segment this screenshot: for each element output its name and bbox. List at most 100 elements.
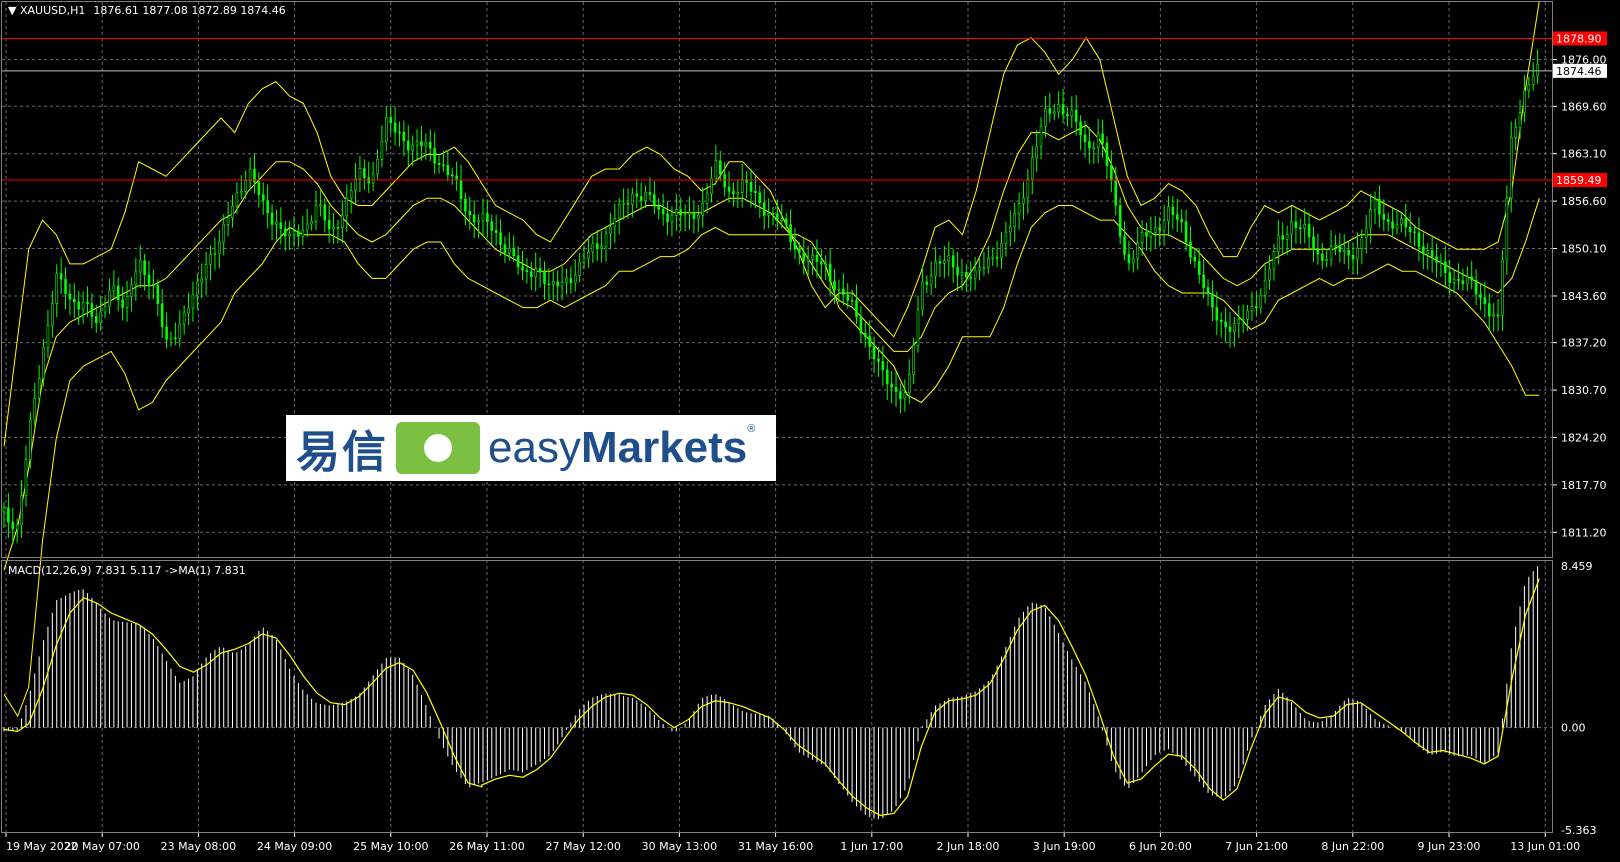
candle-body [279, 222, 283, 229]
candle-body [591, 243, 595, 253]
candle-body [573, 275, 577, 284]
candle-body [688, 212, 691, 215]
candle-body [899, 391, 902, 400]
candle-body [850, 299, 854, 302]
candle-body [762, 202, 766, 216]
candle-body [125, 296, 129, 308]
candle-body [1096, 133, 1100, 148]
candle-body [1272, 251, 1276, 270]
candle-body [1206, 287, 1210, 295]
middle-band-line [3, 124, 1540, 571]
candle-body [648, 192, 652, 195]
candle-body [666, 213, 669, 223]
candle-body [244, 180, 247, 192]
candle-body [1373, 198, 1377, 210]
candle-body [670, 215, 674, 223]
candle-body [877, 358, 880, 362]
candle-body [1395, 224, 1399, 229]
candle-body [424, 142, 428, 147]
candle-body [1470, 276, 1473, 281]
candle-body [341, 215, 344, 228]
candle-body [319, 204, 322, 207]
candle-body [727, 186, 731, 192]
candle-body [292, 231, 296, 235]
candle-body [776, 213, 779, 221]
candle-body [512, 247, 516, 257]
candle-body [530, 271, 533, 278]
candle-body [951, 255, 955, 268]
candle-body [1013, 213, 1016, 227]
candle-body [1110, 165, 1113, 181]
candle-body [152, 284, 155, 286]
candle-body [1457, 278, 1460, 282]
candle-body [385, 117, 388, 142]
candle-body [622, 202, 625, 205]
chart-canvas[interactable]: 1878.90 1859.49 1874.46 1876.00 1869.60 1863… [0, 0, 1620, 862]
macd-tick-label: -5.363 [1561, 824, 1596, 837]
candle-body [956, 266, 959, 276]
candle-body [398, 131, 401, 134]
candle-body [301, 229, 305, 237]
candle-body [1496, 314, 1500, 317]
candle-body [1285, 233, 1289, 240]
price-tick-label: 1817.70 [1561, 479, 1607, 492]
candle-body [543, 271, 546, 285]
candle-body [943, 260, 946, 264]
candle-body [1400, 218, 1403, 225]
candle-body [635, 193, 639, 197]
candle-body [459, 179, 463, 200]
time-tick-label: 23 May 08:00 [161, 840, 236, 853]
time-tick-label: 20 May 07:00 [64, 840, 139, 853]
candle-body [1474, 279, 1478, 295]
candle-body [675, 209, 678, 216]
symbol-label: XAUUSD,H1 [20, 4, 85, 17]
candle-body [1026, 178, 1030, 199]
macd-tick-label: 0.00 [1561, 722, 1586, 735]
price-tick-label: 1811.20 [1561, 526, 1607, 539]
candle-body [411, 144, 414, 151]
candle-body [323, 204, 327, 221]
candle-body [837, 288, 841, 291]
candle-body [1360, 237, 1364, 249]
candle-body [982, 267, 986, 269]
candle-body [859, 316, 863, 334]
candle-body [108, 290, 111, 307]
candle-body [1145, 232, 1148, 237]
candle-body [1149, 232, 1153, 237]
candle-body [1281, 235, 1285, 240]
candle-body [692, 212, 696, 219]
candle-body [1052, 111, 1056, 114]
candle-body [736, 192, 740, 195]
candle-body [657, 205, 661, 210]
candle-body [1175, 214, 1179, 220]
candle-body [200, 278, 204, 283]
candle-body [714, 160, 718, 179]
candle-body [1070, 109, 1074, 117]
candle-body [213, 253, 217, 255]
logo-en-bold: Markets [580, 423, 748, 472]
candle-body [740, 178, 744, 193]
time-tick-label: 13 Jun 01:00 [1510, 840, 1580, 853]
candle-body [929, 275, 933, 285]
candle-body [187, 307, 190, 314]
candle-body [1158, 227, 1161, 231]
candle-body [428, 142, 432, 149]
price-tick-label: 1876.00 [1561, 54, 1607, 67]
candle-body [1483, 297, 1487, 304]
candle-body [1505, 197, 1509, 260]
candle-body [305, 223, 309, 231]
candle-body [921, 281, 924, 310]
candle-body [134, 271, 138, 286]
candle-body [1347, 250, 1350, 256]
candle-body [798, 248, 801, 253]
candle-body [1461, 280, 1465, 285]
collapse-triangle-icon[interactable]: ▼ [8, 4, 20, 17]
candle-body [556, 281, 559, 287]
candle-body [94, 316, 98, 323]
candle-body [310, 221, 313, 225]
candle-body [283, 228, 287, 237]
candle-body [86, 302, 89, 304]
candle-body [934, 261, 937, 277]
candle-body [1369, 209, 1372, 229]
macd-signal-line [3, 578, 1540, 817]
